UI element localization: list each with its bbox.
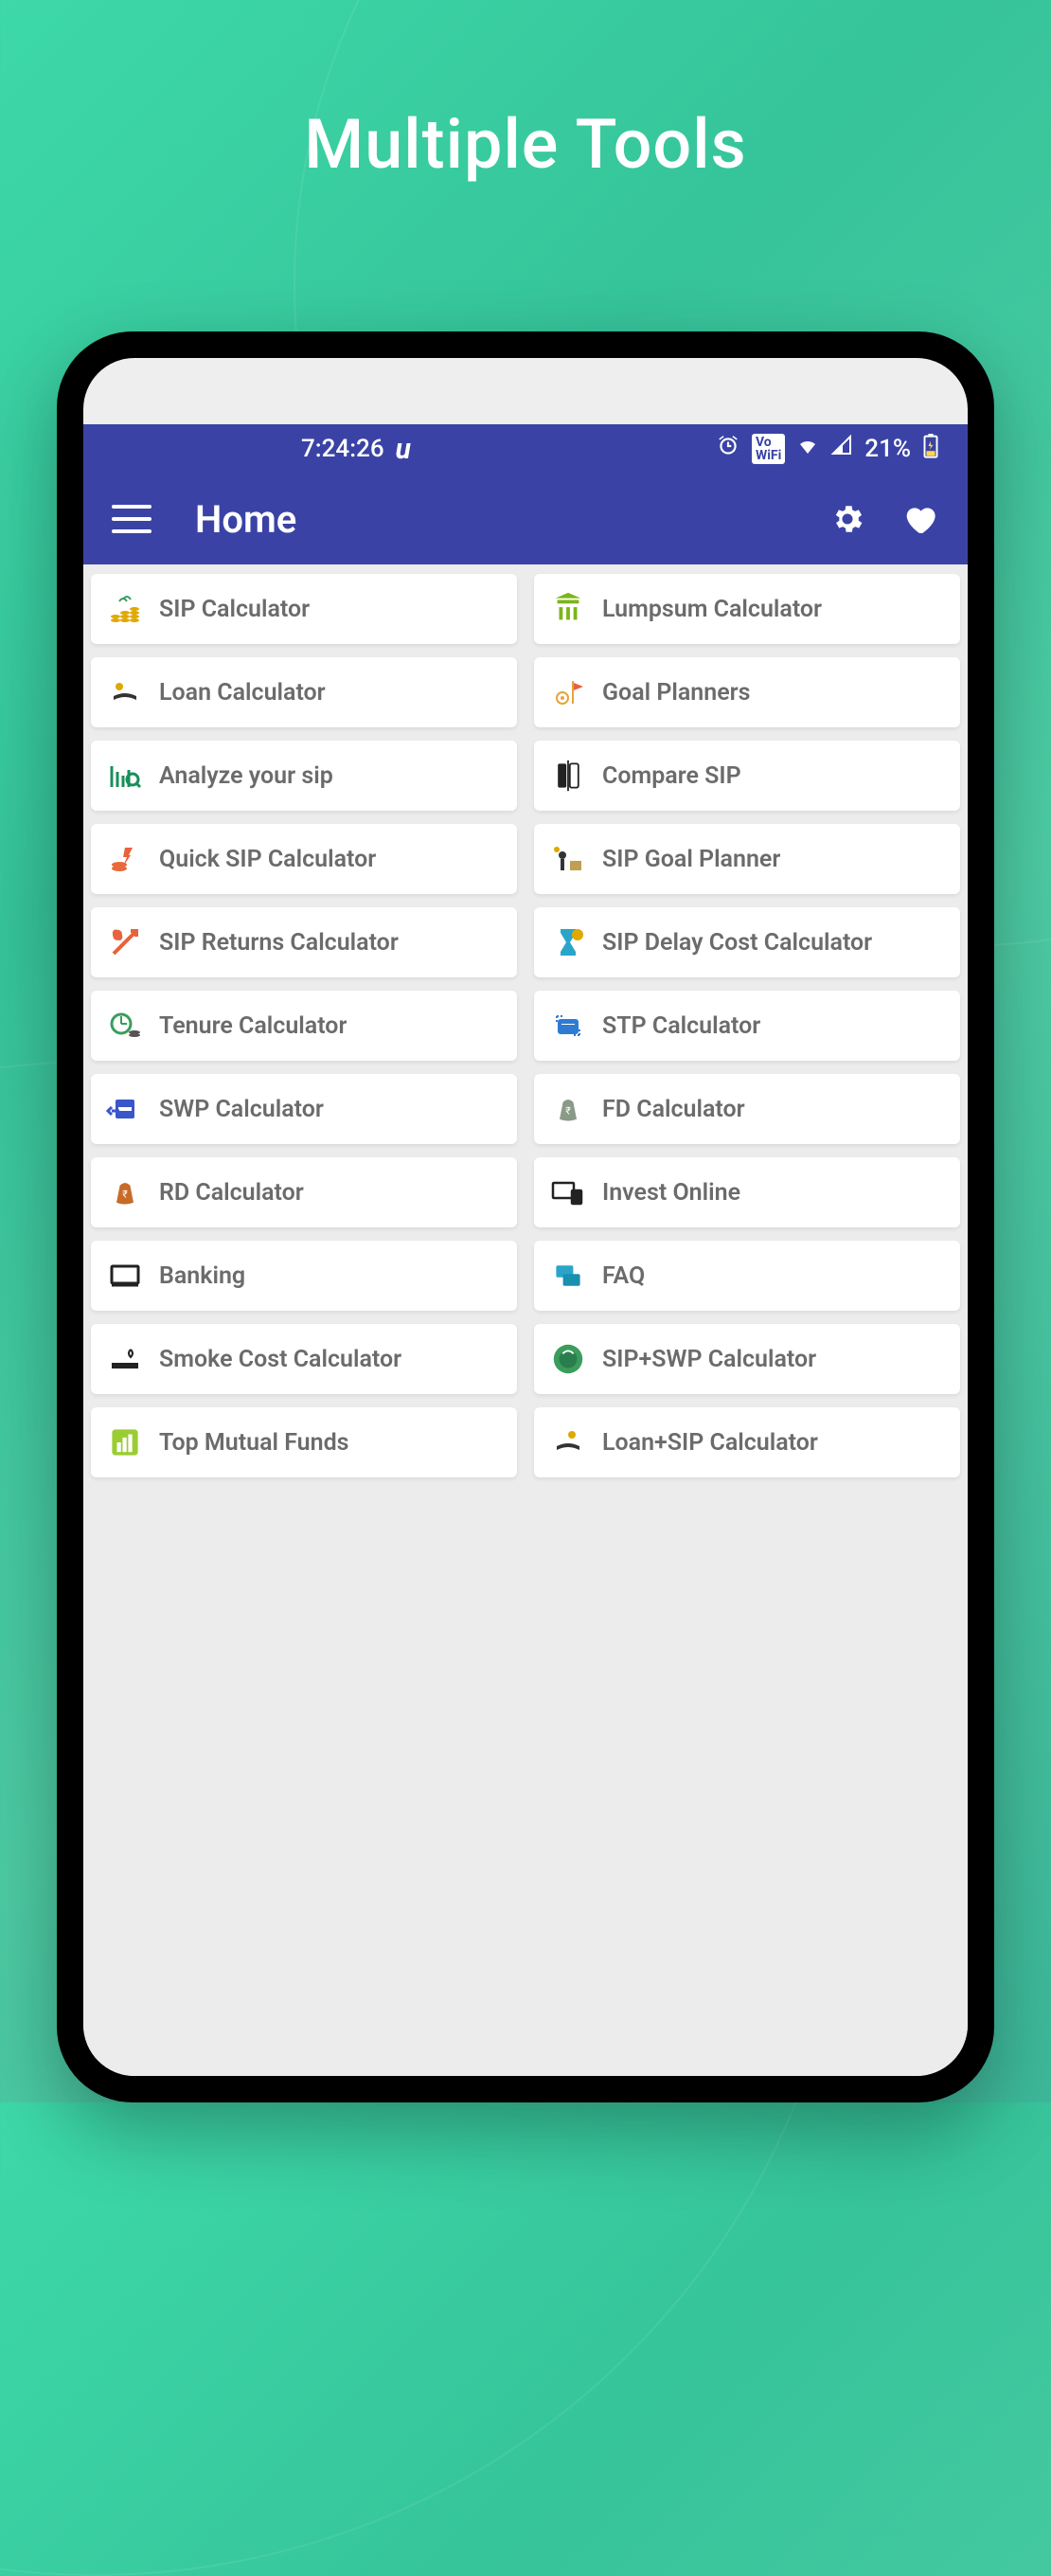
lumpsum-icon — [547, 588, 589, 630]
tool-tile-analyze[interactable]: Analyze your sip — [91, 741, 517, 811]
quick-icon — [104, 838, 146, 880]
tool-label: Smoke Cost Calculator — [159, 1346, 401, 1373]
status-time: 7:24:26 — [301, 435, 384, 463]
tool-label: Loan Calculator — [159, 679, 326, 707]
topmf-icon — [104, 1422, 146, 1463]
signal-icon — [830, 435, 853, 463]
battery-icon — [922, 434, 939, 464]
app-bar: Home — [83, 474, 968, 564]
sip-icon — [104, 588, 146, 630]
smoke-icon — [104, 1338, 146, 1380]
tenure-icon — [104, 1005, 146, 1046]
banking-icon — [104, 1255, 146, 1297]
tool-label: SIP Returns Calculator — [159, 929, 399, 957]
tool-label: Tenure Calculator — [159, 1012, 347, 1040]
phone-frame: 7:24:26 u VoWiFi 21% — [57, 331, 994, 2102]
tool-label: FAQ — [602, 1262, 645, 1290]
tool-label: Quick SIP Calculator — [159, 846, 376, 873]
tool-tile-rd[interactable]: ₹ RD Calculator — [91, 1157, 517, 1227]
tool-label: Goal Planners — [602, 679, 751, 707]
fd-icon: ₹ — [547, 1088, 589, 1130]
tool-label: SIP+SWP Calculator — [602, 1346, 816, 1373]
tool-tile-smoke[interactable]: Smoke Cost Calculator — [91, 1324, 517, 1394]
wifi-icon — [796, 435, 819, 463]
alarm-icon — [716, 434, 740, 464]
tool-tile-compare[interactable]: Compare SIP — [534, 741, 960, 811]
tool-label: SIP Calculator — [159, 596, 310, 623]
vowifi-badge: VoWiFi — [752, 434, 785, 464]
tool-tile-quick[interactable]: Quick SIP Calculator — [91, 824, 517, 894]
tool-tile-goalplan[interactable]: SIP Goal Planner — [534, 824, 960, 894]
svg-text:₹: ₹ — [565, 1104, 571, 1117]
tool-tile-stp[interactable]: STP Calculator — [534, 991, 960, 1061]
loan-icon — [104, 671, 146, 713]
analyze-icon — [104, 755, 146, 796]
tool-tile-banking[interactable]: Banking — [91, 1241, 517, 1311]
tool-tile-sipswp[interactable]: SIP+SWP Calculator — [534, 1324, 960, 1394]
promo-title: Multiple Tools — [0, 104, 1051, 185]
tool-tile-tenure[interactable]: Tenure Calculator — [91, 991, 517, 1061]
tool-tile-topmf[interactable]: Top Mutual Funds — [91, 1407, 517, 1477]
tool-label: SWP Calculator — [159, 1096, 324, 1123]
goal-icon — [547, 671, 589, 713]
status-app-icon: u — [396, 433, 411, 466]
rd-icon: ₹ — [104, 1172, 146, 1213]
tool-label: FD Calculator — [602, 1096, 745, 1123]
tool-label: Lumpsum Calculator — [602, 596, 822, 623]
tool-label: Banking — [159, 1262, 245, 1290]
svg-text:%: % — [114, 931, 120, 941]
tool-tile-goal[interactable]: Goal Planners — [534, 657, 960, 727]
sipswp-icon — [547, 1338, 589, 1380]
favorites-button[interactable] — [900, 499, 939, 539]
tool-tile-invest[interactable]: Invest Online — [534, 1157, 960, 1227]
tool-tile-loan[interactable]: Loan Calculator — [91, 657, 517, 727]
faq-icon — [547, 1255, 589, 1297]
menu-button[interactable] — [112, 505, 151, 533]
tool-label: Top Mutual Funds — [159, 1429, 349, 1457]
tool-tile-loansip[interactable]: Loan+SIP Calculator — [534, 1407, 960, 1477]
tool-label: SIP Goal Planner — [602, 846, 780, 873]
delay-icon — [547, 921, 589, 963]
loansip-icon — [547, 1422, 589, 1463]
invest-icon — [547, 1172, 589, 1213]
content-area: SIP Calculator Lumpsum Calculator Loan Cal… — [83, 564, 968, 2076]
tool-label: Analyze your sip — [159, 762, 333, 790]
tool-tile-fd[interactable]: ₹ FD Calculator — [534, 1074, 960, 1144]
tool-label: Loan+SIP Calculator — [602, 1429, 818, 1457]
tool-tile-delay[interactable]: SIP Delay Cost Calculator — [534, 907, 960, 977]
tool-tile-faq[interactable]: FAQ — [534, 1241, 960, 1311]
page-title: Home — [195, 497, 795, 542]
tool-label: Invest Online — [602, 1179, 740, 1207]
tool-tile-returns[interactable]: % SIP Returns Calculator — [91, 907, 517, 977]
goalplan-icon — [547, 838, 589, 880]
tool-label: Compare SIP — [602, 762, 741, 790]
tool-label: SIP Delay Cost Calculator — [602, 929, 872, 957]
tool-label: STP Calculator — [602, 1012, 760, 1040]
stp-icon — [547, 1005, 589, 1046]
tool-tile-swp[interactable]: SWP Calculator — [91, 1074, 517, 1144]
tool-tile-sip[interactable]: SIP Calculator — [91, 574, 517, 644]
swp-icon — [104, 1088, 146, 1130]
compare-icon — [547, 755, 589, 796]
battery-text: 21% — [864, 435, 911, 463]
returns-icon: % — [104, 921, 146, 963]
svg-text:₹: ₹ — [122, 1188, 128, 1200]
settings-button[interactable] — [828, 499, 867, 539]
tool-tile-lumpsum[interactable]: Lumpsum Calculator — [534, 574, 960, 644]
tool-label: RD Calculator — [159, 1179, 304, 1207]
status-bar: 7:24:26 u VoWiFi 21% — [83, 424, 968, 474]
